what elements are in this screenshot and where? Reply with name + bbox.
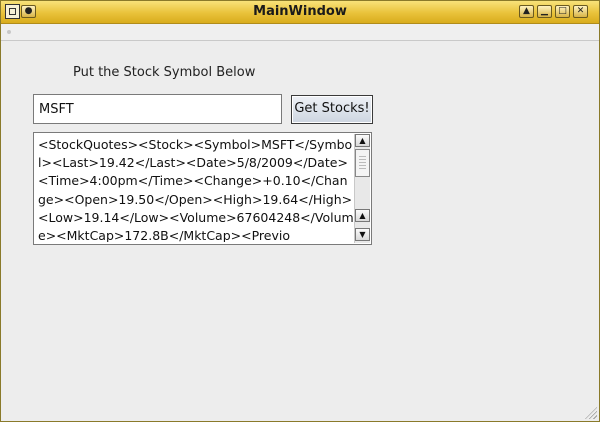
scroll-up-icon: ▲ xyxy=(359,135,366,145)
shade-icon: ▲ xyxy=(523,6,530,16)
window-title: MainWindow xyxy=(253,4,347,19)
output-scrollbar[interactable]: ▲ ▲ ▼ xyxy=(354,134,370,243)
scroll-thumb[interactable] xyxy=(355,149,370,177)
maximize-icon: □ xyxy=(558,6,567,16)
scroll-down-icon: ▼ xyxy=(359,229,366,239)
get-stocks-button-label: Get Stocks! xyxy=(294,101,370,116)
menu-bar xyxy=(1,24,599,41)
stock-symbol-input[interactable] xyxy=(33,94,282,124)
menu-grip-icon xyxy=(7,30,11,34)
minimize-icon: ▁ xyxy=(541,6,548,16)
minimize-button[interactable]: ▁ xyxy=(537,5,552,18)
maximize-button[interactable]: □ xyxy=(555,5,570,18)
scroll-down-button-upper[interactable]: ▲ xyxy=(355,209,370,222)
stock-symbol-label: Put the Stock Symbol Below xyxy=(73,65,256,80)
main-window: ● MainWindow ▲ ▁ □ ✕ Put the Stock Symbo… xyxy=(0,0,600,422)
shade-button[interactable]: ▲ xyxy=(519,5,534,18)
title-bar[interactable]: ● MainWindow ▲ ▁ □ ✕ xyxy=(1,1,599,24)
scroll-down-button[interactable]: ▼ xyxy=(355,228,370,241)
stock-output-text: <StockQuotes><Stock><Symbol>MSFT</Symbol… xyxy=(38,137,354,242)
stock-output-textarea[interactable]: <StockQuotes><Stock><Symbol>MSFT</Symbol… xyxy=(33,132,372,245)
get-stocks-button[interactable]: Get Stocks! xyxy=(291,95,373,124)
scroll-up-button[interactable]: ▲ xyxy=(355,134,370,147)
scroll-up-icon: ▲ xyxy=(359,210,366,220)
resize-grip[interactable] xyxy=(585,407,597,419)
close-icon: ✕ xyxy=(576,6,585,16)
close-button[interactable]: ✕ xyxy=(573,5,588,18)
